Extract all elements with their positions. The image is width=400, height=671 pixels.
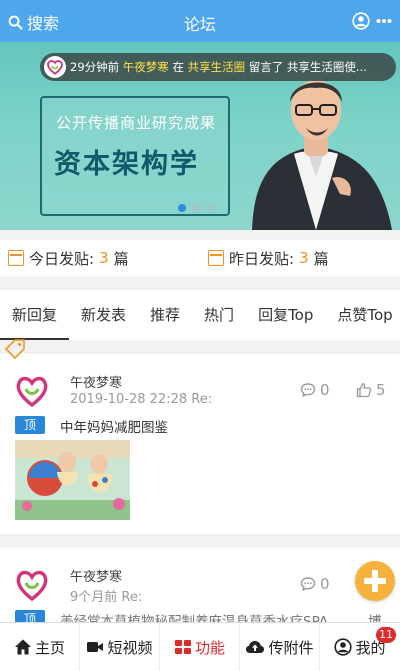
ticker-user[interactable]: 午夜梦寒 <box>123 59 169 75</box>
post-author[interactable]: 午夜梦寒 <box>70 566 122 585</box>
notification-badge: 11 <box>376 627 396 643</box>
thumbs-up-icon <box>356 383 372 398</box>
comment-icon <box>300 577 316 592</box>
stat-today-value: 3 <box>99 249 109 267</box>
user-circle-icon <box>334 638 353 656</box>
carousel-dots <box>178 204 214 212</box>
bottom-nav: 主页 短视频 功能 传附件 我的 11 <box>0 622 400 671</box>
post-time: 9个月前 Re: <box>70 590 143 605</box>
ticker-forum[interactable]: 共享生活圈 <box>188 59 246 75</box>
speaker-illustration <box>252 80 392 230</box>
tab-reply-top[interactable]: 回复Top <box>246 290 325 340</box>
nav-short-video[interactable]: 短视频 <box>80 623 160 671</box>
post-stats: 今日发贴: 3 篇 昨日发贴: 3 篇 <box>0 240 400 276</box>
ticker-avatar <box>44 56 66 78</box>
comment-count[interactable]: 0 <box>300 575 330 593</box>
grid-icon <box>174 640 191 654</box>
carousel-dot[interactable] <box>192 204 200 212</box>
banner-headline: 资本架构学 <box>54 149 199 180</box>
activity-ticker[interactable]: 29分钟前 午夜梦寒 在 共享生活圈 留言了 共享生活圈使... <box>40 53 396 81</box>
forum-page: 搜索 论坛 公开传播商业研究成果 资本架构学 29分钟前 午夜梦寒 在 共享生活… <box>0 0 400 671</box>
nav-features-label: 功能 <box>194 638 225 657</box>
tab-new-posts[interactable]: 新发表 <box>69 290 138 340</box>
ticker-action: 留言了 <box>248 60 284 74</box>
tab-hot[interactable]: 热门 <box>192 290 246 340</box>
comment-count-value: 0 <box>320 575 330 593</box>
home-icon <box>14 639 31 655</box>
ticker-time: 29分钟前 <box>70 60 120 74</box>
nav-upload[interactable]: 传附件 <box>240 623 320 671</box>
tab-new-replies[interactable]: 新回复 <box>0 290 70 340</box>
comment-count[interactable]: 0 <box>300 381 330 399</box>
ticker-prep: 在 <box>172 60 184 74</box>
banner-carousel[interactable]: 公开传播商业研究成果 资本架构学 29分钟前 午夜梦寒 在 共享生活圈 留言了 … <box>0 42 400 230</box>
post-author[interactable]: 午夜梦寒 <box>70 372 122 391</box>
nav-features[interactable]: 功能 <box>160 623 240 671</box>
nav-home[interactable]: 主页 <box>0 623 80 671</box>
new-post-button[interactable] <box>355 561 395 601</box>
video-camera-icon <box>87 642 104 652</box>
carousel-dot[interactable] <box>178 204 186 212</box>
post-time: 2019-10-28 22:28 Re: <box>70 392 213 407</box>
more-icon[interactable] <box>376 12 392 30</box>
page-title: 论坛 <box>183 15 216 34</box>
post-title[interactable]: 中年妈妈减肥图鉴 <box>60 416 380 436</box>
stat-today-label: 今日发贴: <box>29 249 95 268</box>
thread-item[interactable]: 午夜梦寒 9个月前 Re: 0 顶 美经堂本草植物秘配制养麻温身草香水疗SPA … <box>0 548 400 630</box>
avatar[interactable] <box>14 372 50 408</box>
stat-today-unit: 篇 <box>113 249 129 268</box>
calendar-icon <box>208 250 224 266</box>
stat-today: 今日发贴: 3 篇 <box>0 248 200 269</box>
nav-home-label: 主页 <box>34 638 65 657</box>
like-count[interactable]: 5 <box>356 381 386 399</box>
heart-logo-icon <box>47 60 63 75</box>
post-thumbnail[interactable] <box>15 440 130 520</box>
stat-yesterday-value: 3 <box>299 249 309 267</box>
nav-short-video-label: 短视频 <box>107 638 153 657</box>
comment-count-value: 0 <box>320 381 330 399</box>
thread-item[interactable]: 午夜梦寒 2019-10-28 22:28 Re: 0 5 顶 中年妈妈减肥图鉴 <box>0 354 400 534</box>
plus-icon <box>364 570 386 592</box>
like-count-value: 5 <box>376 381 386 399</box>
calendar-icon <box>8 250 24 266</box>
stat-yesterday-unit: 篇 <box>313 249 329 268</box>
cloud-upload-icon <box>246 641 265 653</box>
top-bar: 搜索 论坛 <box>0 0 400 42</box>
tab-like-top[interactable]: 点赞Top <box>325 290 400 340</box>
sticky-badge: 顶 <box>15 416 45 434</box>
search-button[interactable]: 搜索 <box>8 10 59 34</box>
comment-icon <box>300 383 316 398</box>
thread-tabs: 新回复 新发表 推荐 热门 回复Top 点赞Top <box>0 290 400 340</box>
nav-mine[interactable]: 我的 11 <box>320 623 400 671</box>
search-label: 搜索 <box>27 14 60 33</box>
tag-icon <box>4 339 25 360</box>
carousel-dot[interactable] <box>206 204 214 212</box>
banner-subtitle: 公开传播商业研究成果 <box>56 114 217 132</box>
ticker-text: 共享生活圈使... <box>286 60 367 74</box>
tab-recommended[interactable]: 推荐 <box>138 290 192 340</box>
stat-yesterday-label: 昨日发贴: <box>229 249 295 268</box>
search-icon <box>8 15 23 30</box>
avatar[interactable] <box>14 566 50 602</box>
user-icon[interactable] <box>352 12 370 30</box>
stat-yesterday: 昨日发贴: 3 篇 <box>200 248 400 269</box>
nav-upload-label: 传附件 <box>268 638 314 657</box>
